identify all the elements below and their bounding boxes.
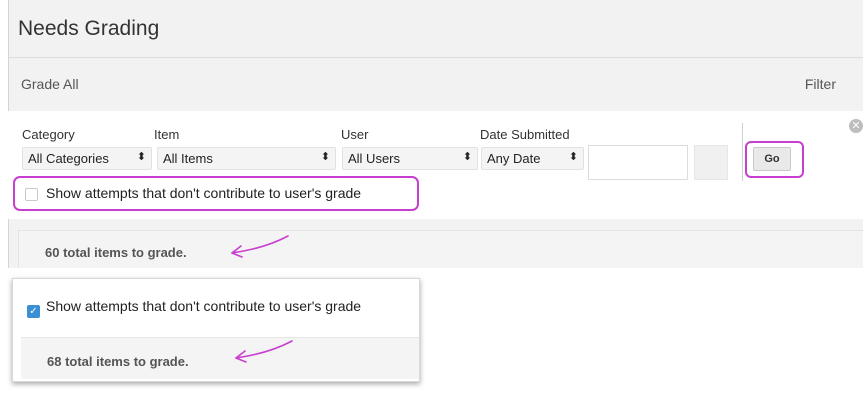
inset-total-items-text: 68 total items to grade. bbox=[47, 354, 189, 369]
user-select[interactable]: All Users ⬍ bbox=[342, 147, 478, 170]
item-select[interactable]: All Items ⬍ bbox=[157, 147, 336, 170]
category-label: Category bbox=[22, 127, 75, 142]
show-attempts-checkbox[interactable] bbox=[25, 188, 38, 201]
inset-total-items-bar: 68 total items to grade. bbox=[21, 337, 419, 379]
filter-link[interactable]: Filter bbox=[805, 76, 836, 92]
hand-drawn-arrow-icon bbox=[231, 235, 289, 258]
date-submitted-label: Date Submitted bbox=[480, 127, 570, 142]
item-select-value: All Items bbox=[163, 151, 213, 166]
date-submitted-select[interactable]: Any Date ⬍ bbox=[481, 147, 584, 170]
show-attempts-label: Show attempts that don't contribute to u… bbox=[46, 185, 362, 201]
user-select-value: All Users bbox=[348, 151, 401, 166]
updown-caret-icon: ⬍ bbox=[136, 151, 146, 163]
inset-show-attempts-checkbox[interactable]: ✓ bbox=[27, 305, 40, 318]
total-items-text: 60 total items to grade. bbox=[45, 245, 187, 260]
updown-caret-icon: ⬍ bbox=[568, 151, 578, 163]
go-button[interactable]: Go bbox=[753, 147, 791, 171]
category-select-value: All Categories bbox=[28, 151, 109, 166]
updown-caret-icon: ⬍ bbox=[320, 151, 330, 163]
inset-preview: ✓ Show attempts that don't contribute to… bbox=[12, 278, 420, 382]
date-submitted-select-value: Any Date bbox=[487, 151, 541, 166]
updown-caret-icon: ⬍ bbox=[462, 151, 472, 163]
total-items-bar: 60 total items to grade. bbox=[18, 230, 863, 268]
date-input[interactable] bbox=[588, 145, 688, 180]
vertical-divider bbox=[742, 123, 743, 181]
user-label: User bbox=[341, 127, 369, 142]
checkmark-icon: ✓ bbox=[29, 306, 38, 317]
item-label: Item bbox=[154, 127, 180, 142]
page-title: Needs Grading bbox=[18, 17, 160, 40]
inset-show-attempts-label: Show attempts that don't contribute to u… bbox=[46, 298, 362, 314]
category-select[interactable]: All Categories ⬍ bbox=[22, 147, 152, 170]
hand-drawn-arrow-icon bbox=[235, 340, 293, 363]
grade-all-link[interactable]: Grade All bbox=[21, 76, 79, 92]
date-picker-box[interactable] bbox=[694, 145, 728, 180]
close-icon[interactable]: ✕ bbox=[849, 119, 863, 133]
title-divider bbox=[8, 57, 863, 58]
